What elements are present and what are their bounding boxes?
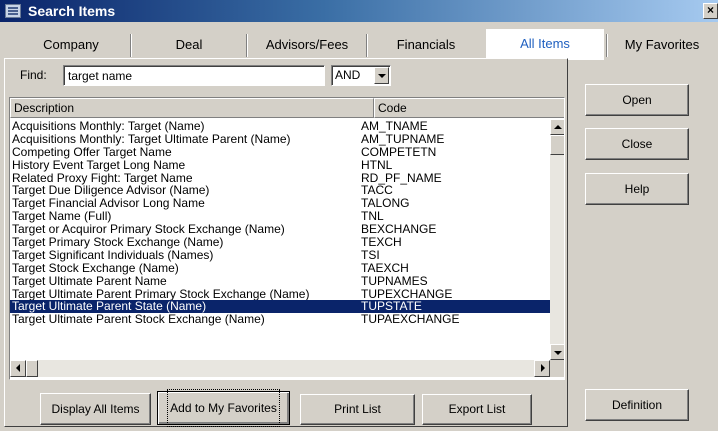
item-code: TAEXCH [361,260,409,275]
search-items-window: Search Items × Company Deal Advisors/Fee… [0,0,718,431]
close-window-button[interactable]: × [703,3,718,19]
item-description: Target Stock Exchange (Name) [12,260,179,275]
display-all-items-button[interactable]: Display All Items [40,393,151,425]
window-app-icon[interactable] [5,4,21,18]
open-button[interactable]: Open [585,84,689,116]
print-list-button[interactable]: Print List [300,394,415,425]
horizontal-scrollbar[interactable] [10,360,550,377]
title-bar[interactable]: Search Items × [0,0,718,22]
export-list-label: Export List [448,402,506,416]
list-item[interactable]: Target Significant Individuals (Names) TS… [10,247,550,262]
horizontal-scroll-thumb[interactable] [26,360,38,377]
tab-financials[interactable]: Financials [368,33,484,58]
item-description: Competing Offer Target Name [12,144,172,159]
list-item[interactable]: Target Ultimate Parent Name TUPNAMES [10,273,550,288]
operator-select[interactable]: AND [331,65,391,86]
chevron-down-icon[interactable] [374,67,389,84]
item-code: COMPETETN [361,144,437,159]
item-code: TUPAEXCHANGE [361,312,460,327]
results-list: Acquisitions Monthly: Target (Name) AM_TN… [10,120,550,326]
list-item[interactable]: Target Primary Stock Exchange (Name) TEXC… [10,236,550,249]
print-list-label: Print List [334,402,381,416]
item-description: Acquisitions Monthly: Target Ultimate Pa… [12,131,291,146]
list-item[interactable]: Competing Offer Target Name COMPETETN [10,144,550,159]
help-label: Help [624,182,650,196]
results-grid[interactable]: Description Code Acquisitions Monthly: T… [9,97,565,380]
open-label: Open [622,93,652,107]
list-item[interactable]: Target Ultimate Parent Stock Exchange (N… [10,313,550,326]
definition-label: Definition [611,398,663,412]
tab-my-favorites[interactable]: My Favorites [608,33,716,58]
item-description: Target Ultimate Parent Stock Exchange (N… [12,312,265,327]
item-description: Target Significant Individuals (Names) [12,247,214,262]
help-button[interactable]: Help [585,173,689,205]
tab-advisors-fees[interactable]: Advisors/Fees [248,33,366,58]
list-item[interactable]: Acquisitions Monthly: Target Ultimate Pa… [10,131,550,146]
export-list-button[interactable]: Export List [422,394,532,425]
find-input[interactable] [63,65,325,86]
scrollbar-corner [550,360,564,377]
arrow-left-icon[interactable] [10,360,26,377]
tab-deal[interactable]: Deal [132,33,246,58]
list-item[interactable]: History Event Target Long Name HTNL [10,157,550,172]
column-header-code[interactable]: Code [374,98,564,118]
item-code: TSI [361,247,380,262]
column-header-description[interactable]: Description [10,98,374,118]
item-code: AM_TUPNAME [361,131,445,146]
operator-value: AND [335,68,361,82]
item-description: History Event Target Long Name [12,157,186,172]
list-item[interactable]: Acquisitions Monthly: Target (Name) AM_TN… [10,120,550,133]
display-all-items-label: Display All Items [51,402,140,416]
close-button[interactable]: Close [585,128,689,160]
arrow-up-icon[interactable] [550,119,564,135]
item-description: Target Ultimate Parent Name [12,273,167,288]
list-item[interactable]: Target Stock Exchange (Name) TAEXCH [10,260,550,275]
vertical-scrollbar[interactable] [550,119,564,360]
arrow-right-icon[interactable] [534,360,550,377]
vertical-scroll-thumb[interactable] [550,135,564,155]
arrow-down-icon[interactable] [550,344,564,360]
window-title: Search Items [28,3,116,19]
tab-company[interactable]: Company [10,33,132,58]
tab-all-items[interactable]: All Items [486,29,604,60]
definition-button[interactable]: Definition [585,389,689,421]
item-code: HTNL [361,157,393,172]
find-label: Find: [20,68,47,82]
add-to-my-favorites-button[interactable]: Add to My Favorites [157,389,290,427]
close-label: Close [621,137,653,151]
add-to-my-favorites-label: Add to My Favorites [167,389,280,427]
item-code: TUPNAMES [361,273,428,288]
